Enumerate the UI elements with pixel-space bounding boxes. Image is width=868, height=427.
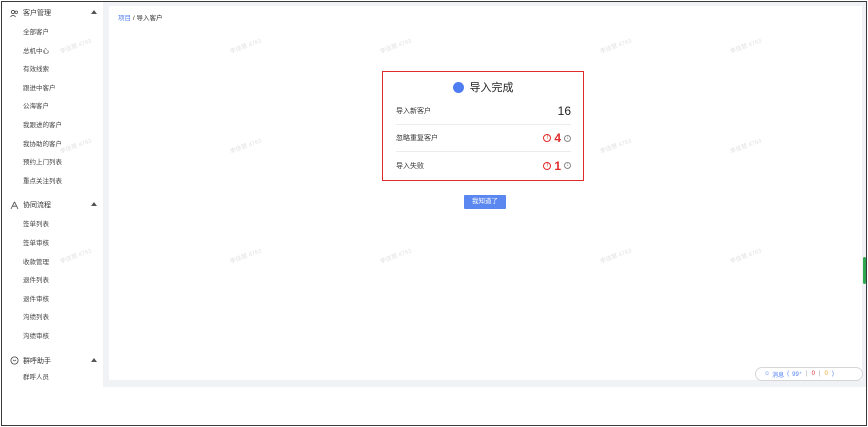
chevron-up-icon[interactable] bbox=[91, 202, 97, 207]
flow-icon bbox=[10, 201, 19, 210]
message-count-unread: 99⁺ bbox=[792, 371, 802, 378]
dialog-title: 导入完成 bbox=[469, 82, 514, 94]
sidebar-group-workflow[interactable]: 协同流程 bbox=[2, 194, 103, 216]
chevron-up-icon[interactable] bbox=[91, 357, 97, 362]
message-icon: ☺ bbox=[764, 371, 771, 377]
divider: | bbox=[806, 371, 808, 377]
sidebar-item-payments[interactable]: 收款管理 bbox=[2, 254, 103, 273]
watermark: 李佳慧 4763 bbox=[599, 38, 633, 56]
warning-icon: ! bbox=[543, 161, 552, 170]
message-count-warning: 0 bbox=[824, 371, 828, 377]
watermark: 李佳慧 4763 bbox=[599, 248, 633, 266]
sidebar-group-label: 客户管理 bbox=[23, 10, 51, 17]
sidebar-item-valid-leads[interactable]: 有效线索 bbox=[2, 61, 103, 80]
result-row-imported: 导入新客户 16 bbox=[396, 98, 571, 125]
sidebar-item-my-followed[interactable]: 我跟进的客户 bbox=[2, 117, 103, 136]
main-area: 项目 / 导入客户 李佳慧 4763 李佳慧 4763 李佳慧 4763 李佳慧… bbox=[59, 2, 866, 387]
watermark: 李佳慧 4763 bbox=[229, 248, 263, 266]
sidebar-item-call-members[interactable]: 群呼人员 bbox=[2, 372, 103, 382]
chevron-up-icon[interactable] bbox=[91, 10, 97, 14]
imported-count: 16 bbox=[557, 104, 571, 118]
result-row-failed: 导入失败 ! 1 ↓ bbox=[396, 152, 571, 179]
scrollbar-thumb[interactable] bbox=[863, 257, 866, 284]
status-dot-icon bbox=[452, 81, 464, 93]
sidebar-item-performance[interactable]: 沟绩列表 bbox=[2, 309, 103, 328]
message-count-alert: 0 bbox=[811, 371, 815, 377]
sidebar-item-appointments[interactable]: 预约上门列表 bbox=[2, 154, 103, 173]
paren-close: ) bbox=[831, 371, 834, 377]
sidebar-item-following[interactable]: 跟进中客户 bbox=[2, 80, 103, 99]
breadcrumb-link-project[interactable]: 项目 bbox=[118, 15, 131, 22]
watermark: 李佳慧 4763 bbox=[229, 38, 263, 56]
import-result-dialog: 导入完成 导入新客户 16 忽略重复客户 ! 4 ↓ 导入失败 ! 1 ↓ bbox=[382, 71, 584, 181]
sidebar-group-call-assistant[interactable]: 群呼助手 bbox=[2, 350, 103, 372]
watermark: 李佳慧 4763 bbox=[729, 248, 763, 266]
duplicate-count: 4 bbox=[554, 131, 561, 145]
users-icon bbox=[10, 9, 19, 18]
sidebar-item-returns[interactable]: 退件列表 bbox=[2, 272, 103, 291]
chat-icon bbox=[10, 356, 19, 365]
sidebar-item-return-review[interactable]: 退件审核 bbox=[2, 291, 103, 310]
watermark: 李佳慧 4763 bbox=[229, 138, 263, 156]
failed-count: 1 bbox=[554, 158, 561, 173]
divider: | bbox=[818, 371, 821, 377]
content-panel: 项目 / 导入客户 李佳慧 4763 李佳慧 4763 李佳慧 4763 李佳慧… bbox=[59, 6, 862, 380]
watermark: 李佳慧 4763 bbox=[379, 38, 413, 56]
sidebar-item-public-pool[interactable]: 公海客户 bbox=[2, 98, 103, 117]
download-icon[interactable]: ↓ bbox=[564, 162, 571, 169]
download-icon[interactable]: ↓ bbox=[564, 134, 571, 142]
result-row-duplicates: 忽略重复客户 ! 4 ↓ bbox=[396, 125, 571, 152]
sidebar-group-customers[interactable]: 客户管理 bbox=[2, 2, 103, 24]
watermark: 李佳慧 4763 bbox=[729, 138, 763, 156]
sidebar-item-key-focus[interactable]: 重点关注列表 bbox=[2, 173, 103, 192]
watermark: 李佳慧 4763 bbox=[379, 248, 413, 266]
result-label: 导入失败 bbox=[396, 162, 424, 170]
sidebar-group-label: 协同流程 bbox=[23, 202, 51, 210]
watermark: 李佳慧 4763 bbox=[599, 138, 633, 156]
result-value: 16 bbox=[558, 104, 571, 118]
message-label: 消息 bbox=[772, 372, 785, 379]
breadcrumb: 项目 / 导入客户 bbox=[118, 12, 162, 22]
sidebar-group-label: 群呼助手 bbox=[23, 357, 51, 365]
result-label: 忽略重复客户 bbox=[396, 135, 438, 142]
breadcrumb-separator: / bbox=[132, 15, 135, 22]
warning-icon: ! bbox=[543, 134, 552, 142]
result-value: ! 1 ↓ bbox=[543, 159, 571, 173]
ok-button[interactable]: 我知道了 bbox=[464, 195, 506, 209]
watermark: 李佳慧 4763 bbox=[729, 38, 763, 56]
breadcrumb-current: 导入客户 bbox=[136, 15, 163, 22]
message-counter[interactable]: ☺ 消息 ( 99⁺ | 0 | 0 ) bbox=[755, 367, 863, 381]
dialog-header: 导入完成 bbox=[383, 79, 583, 95]
sidebar-item-performance-review[interactable]: 沟绩审核 bbox=[2, 328, 103, 347]
sidebar-item-orders[interactable]: 签单列表 bbox=[2, 216, 103, 235]
result-value: ! 4 ↓ bbox=[543, 131, 571, 145]
result-label: 导入新客户 bbox=[396, 108, 431, 115]
sidebar: 客户管理 全部客户 总机中心 有效线索 跟进中客户 公海客户 我跟进的客户 我协… bbox=[2, 2, 103, 387]
paren-open: ( bbox=[787, 371, 790, 377]
app-window: 客户管理 全部客户 总机中心 有效线索 跟进中客户 公海客户 我跟进的客户 我协… bbox=[1, 1, 867, 426]
